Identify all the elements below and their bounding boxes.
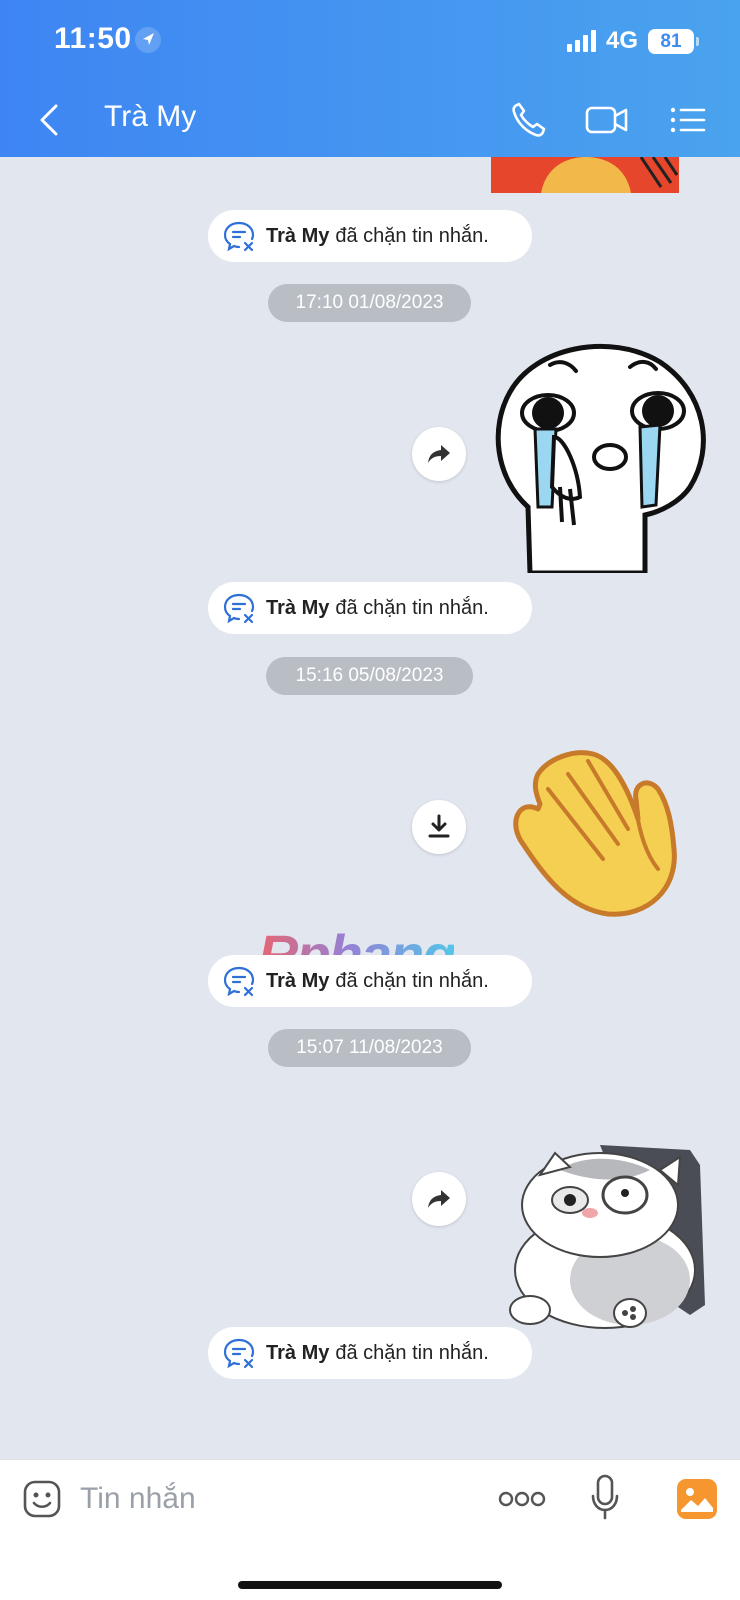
notice-name: Trà My [266,596,330,619]
call-button[interactable] [508,100,548,140]
timestamp-pill: 15:07 11/08/2023 [268,1029,471,1067]
network-type: 4G [605,27,638,54]
message-blocked-icon [223,1338,255,1369]
forward-button[interactable] [412,427,466,481]
menu-button[interactable] [668,100,708,140]
message-input[interactable] [80,1476,460,1522]
voice-button[interactable] [590,1474,620,1522]
video-call-button[interactable] [584,100,630,140]
forward-arrow-icon [428,1190,450,1208]
list-menu-icon [670,107,706,133]
phone-icon [512,102,546,137]
status-indicators: 4G 81 [566,26,699,56]
home-indicator[interactable] [238,1581,502,1589]
microphone-icon [591,1474,619,1520]
sticker-cat[interactable] [500,1145,720,1331]
forward-arrow-icon [428,445,450,463]
notice-name: Trà My [266,969,330,992]
message-list[interactable]: Trà My đã chặn tin nhắn. 17:10 01/08/202… [0,157,740,1459]
cellular-signal-icon [566,30,596,52]
notice-name: Trà My [266,1341,330,1364]
battery-icon: 81 [648,28,699,54]
image-gallery-icon [677,1479,717,1519]
notice-name: Trà My [266,224,330,247]
message-blocked-icon [223,221,255,252]
more-dots-icon [498,1491,546,1507]
back-button[interactable] [32,98,68,142]
block-notice: Trà My đã chặn tin nhắn. [208,210,532,262]
sticker-button[interactable] [22,1479,62,1519]
block-notice: Trà My đã chặn tin nhắn. [208,955,532,1007]
location-arrow-icon [135,27,161,53]
message-composer [0,1459,740,1600]
download-icon [428,814,450,838]
forward-button[interactable] [412,1172,466,1226]
gallery-button[interactable] [676,1478,718,1520]
sticker-crying[interactable] [490,337,710,576]
notice-text: đã chặn tin nhắn. [335,596,489,619]
block-notice: Trà My đã chặn tin nhắn. [208,1327,532,1379]
block-notice: Trà My đã chặn tin nhắn. [208,582,532,634]
notice-text: đã chặn tin nhắn. [335,969,489,992]
battery-level: 81 [660,30,682,52]
smiley-sticker-icon [23,1480,61,1518]
message-blocked-icon [223,966,255,997]
notice-text: đã chặn tin nhắn. [335,1341,489,1364]
message-blocked-icon [223,593,255,624]
chat-header: 11:50 4G 81 Trà My [0,0,740,157]
video-camera-icon [585,106,628,134]
timestamp-pill: 15:16 05/08/2023 [266,657,473,695]
timestamp-pill: 17:10 01/08/2023 [268,284,471,322]
sticker-partial[interactable] [491,157,679,193]
download-button[interactable] [412,800,466,854]
sticker-waving-hand[interactable] [508,749,688,921]
chevron-left-icon [40,104,58,136]
status-time: 11:50 [54,22,132,55]
notice-text: đã chặn tin nhắn. [335,224,489,247]
contact-name[interactable]: Trà My [104,100,196,134]
more-button[interactable] [498,1486,546,1512]
